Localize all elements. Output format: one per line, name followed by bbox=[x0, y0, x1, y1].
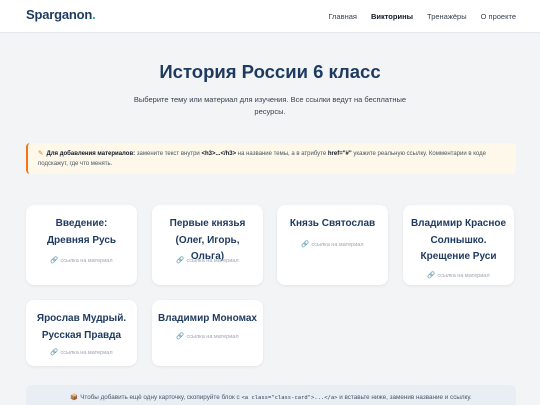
add-card-tip: 📦 Чтобы добавить ещё одну карточку, скопи… bbox=[26, 385, 516, 405]
card-title: Ярослав Мудрый. Русская Правда bbox=[36, 313, 127, 341]
notice-bold: Для добавления материалов: bbox=[46, 151, 136, 157]
card-link[interactable]: 🔗 ссылка на материал bbox=[277, 240, 388, 248]
page-title: История России 6 класс bbox=[159, 61, 381, 82]
card-title: Князь Святослав bbox=[289, 218, 376, 229]
logo-dot: . bbox=[92, 7, 96, 22]
link-icon: 🔗 bbox=[176, 333, 185, 340]
tip-text-1: Чтобы добавить ещё одну карточку, скопир… bbox=[80, 394, 242, 401]
nav-trainers[interactable]: Тренажёры bbox=[427, 12, 467, 21]
pencil-icon: ✎ bbox=[38, 150, 44, 157]
topic-card[interactable]: Князь Святослав 🔗 ссылка на материал bbox=[277, 205, 388, 285]
card-link[interactable]: 🔗 ссылка на материал bbox=[26, 348, 137, 356]
site-header: Sparganon. Главная Викторины Тренажёры О… bbox=[0, 0, 540, 33]
card-link-label: ссылка на материал bbox=[60, 258, 113, 264]
card-link-label: ссылка на материал bbox=[437, 273, 490, 279]
page-subtitle: Выберите тему или материал для изучения.… bbox=[133, 95, 407, 116]
nav-quizzes[interactable]: Викторины bbox=[371, 12, 413, 21]
main-nav: Главная Викторины Тренажёры О проекте bbox=[328, 12, 516, 21]
link-icon: 🔗 bbox=[176, 257, 185, 264]
nav-home[interactable]: Главная bbox=[328, 12, 357, 21]
nav-about[interactable]: О проекте bbox=[481, 12, 516, 21]
link-icon: 🔗 bbox=[301, 241, 310, 248]
card-title: Введение: Древняя Русь bbox=[46, 218, 117, 246]
notice-text-1: замените текст внутри bbox=[135, 151, 202, 157]
package-icon: 📦 bbox=[70, 394, 79, 401]
topic-card[interactable]: Владимир Мономах 🔗 ссылка на материал bbox=[152, 300, 263, 366]
tip-code: <a class="class-card">...</a> bbox=[241, 395, 338, 401]
logo-text: Sparganon bbox=[26, 7, 93, 22]
site-logo[interactable]: Sparganon. bbox=[26, 7, 96, 22]
notice-text-2: на название темы, а в атрибуте bbox=[236, 151, 328, 157]
notice-code-1: <h3>...</h3> bbox=[201, 151, 237, 157]
card-link-label: ссылка на материал bbox=[186, 334, 239, 340]
topic-card[interactable]: Ярослав Мудрый. Русская Правда 🔗 ссылка н… bbox=[26, 300, 137, 366]
link-icon: 🔗 bbox=[50, 257, 59, 264]
card-link[interactable]: 🔗 ссылка на материал bbox=[403, 271, 514, 279]
card-link-label: ссылка на материал bbox=[186, 258, 239, 264]
card-link[interactable]: 🔗 ссылка на материал bbox=[152, 256, 263, 264]
tip-text-2: и вставьте ниже, заменив название и ссыл… bbox=[337, 394, 472, 401]
card-link-label: ссылка на материал bbox=[60, 350, 113, 356]
topic-card[interactable]: Владимир Красное Солнышко. Крещение Руси… bbox=[403, 205, 514, 285]
link-icon: 🔗 bbox=[427, 272, 436, 279]
topic-card[interactable]: Введение: Древняя Русь 🔗 ссылка на матери… bbox=[26, 205, 137, 285]
instruction-notice: ✎ Для добавления материалов: замените тек… bbox=[26, 143, 516, 174]
card-link[interactable]: 🔗 ссылка на материал bbox=[26, 256, 137, 264]
notice-code-2: href="#" bbox=[327, 151, 352, 157]
topic-card[interactable]: Первые князья (Олег, Игорь, Ольга) 🔗 ссыл… bbox=[152, 205, 263, 285]
card-link[interactable]: 🔗 ссылка на материал bbox=[152, 332, 263, 340]
card-title: Владимир Красное Солнышко. Крещение Руси bbox=[410, 218, 507, 262]
card-title: Владимир Мономах bbox=[158, 313, 257, 324]
link-icon: 🔗 bbox=[50, 349, 59, 356]
card-link-label: ссылка на материал bbox=[311, 242, 364, 248]
